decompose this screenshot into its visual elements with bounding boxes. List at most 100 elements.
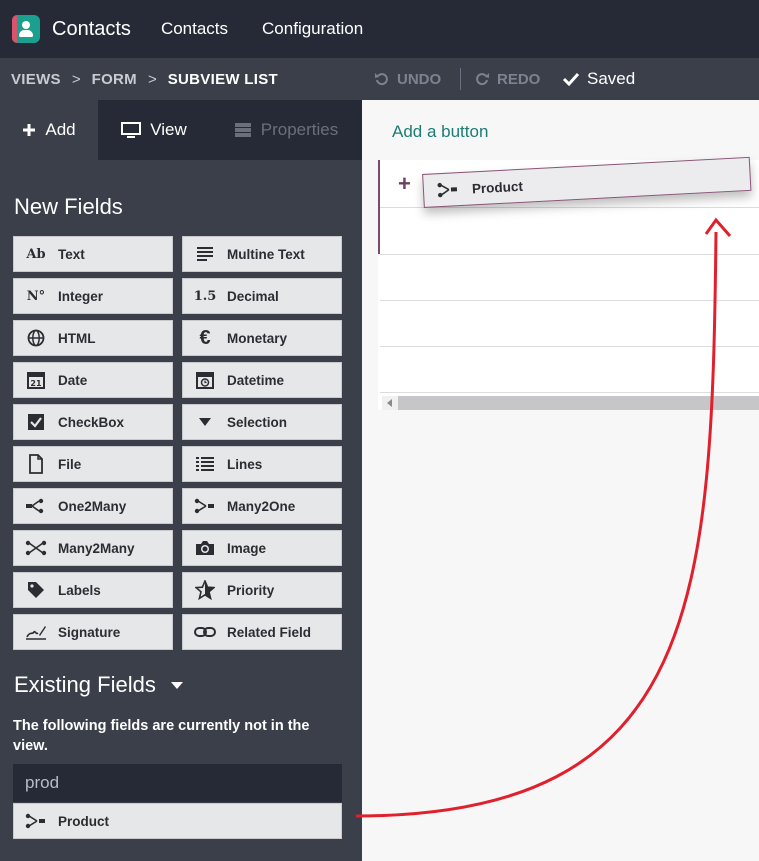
field-label: Many2One <box>227 498 296 514</box>
existing-fields-description: The following fields are currently not i… <box>13 718 310 754</box>
tab-add[interactable]: Add <box>0 100 98 160</box>
link-icon <box>183 615 227 649</box>
top-navbar: Contacts Contacts Configuration <box>0 0 759 58</box>
camera-icon <box>183 531 227 565</box>
app-name[interactable]: Contacts <box>52 18 131 41</box>
field-decimal[interactable]: 1.5 Decimal <box>182 278 342 314</box>
server-icon <box>234 123 251 137</box>
new-fields-grid: Ab Text Multine Text N° Integer 1.5 Deci… <box>13 236 343 650</box>
field-label: Date <box>58 372 88 388</box>
undo-label: UNDO <box>397 70 442 88</box>
field-multiline-text[interactable]: Multine Text <box>182 236 342 272</box>
calendar-icon: 21 <box>14 363 58 397</box>
existing-field-product[interactable]: Product <box>13 803 342 839</box>
existing-fields-toggle[interactable]: Existing Fields <box>14 672 184 698</box>
caret-down-icon <box>183 405 227 439</box>
field-lines[interactable]: Lines <box>182 446 342 482</box>
calendar-clock-icon <box>183 363 227 397</box>
field-many2many[interactable]: Many2Many <box>13 530 173 566</box>
horizontal-scrollbar[interactable] <box>382 396 759 410</box>
existing-field-label: Product <box>58 813 110 829</box>
field-label: Image <box>227 540 267 556</box>
field-label: File <box>58 456 82 472</box>
field-search-input[interactable] <box>13 764 342 802</box>
sidebar: Add View Properties New Fields Ab Text M… <box>0 100 362 861</box>
svg-text:21: 21 <box>30 379 42 388</box>
integer-icon: N° <box>26 288 46 304</box>
field-image[interactable]: Image <box>182 530 342 566</box>
field-date[interactable]: 21 Date <box>13 362 173 398</box>
field-label: Monetary <box>227 330 288 346</box>
field-selection[interactable]: Selection <box>182 404 342 440</box>
signature-icon <box>14 615 58 649</box>
many2one-icon <box>424 180 473 198</box>
sidebar-tabs: Add View Properties <box>0 100 362 160</box>
many2one-icon <box>14 813 58 829</box>
view-editor: Add a button + <box>362 100 759 861</box>
plus-icon <box>23 124 36 136</box>
field-monetary[interactable]: € Monetary <box>182 320 342 356</box>
field-signature[interactable]: Signature <box>13 614 173 650</box>
field-label: Datetime <box>227 372 285 388</box>
globe-icon <box>14 321 58 355</box>
field-label: HTML <box>58 330 96 346</box>
monitor-icon <box>121 122 142 138</box>
field-html[interactable]: HTML <box>13 320 173 356</box>
multiline-text-icon <box>183 237 227 271</box>
field-label: Related Field <box>227 624 312 640</box>
field-related-field[interactable]: Related Field <box>182 614 342 650</box>
contacts-app-icon[interactable] <box>12 15 40 43</box>
field-label: Text <box>58 246 85 262</box>
field-datetime[interactable]: Datetime <box>182 362 342 398</box>
text-ab-icon: Ab <box>26 246 46 262</box>
breadcrumb-form[interactable]: FORM <box>92 71 137 88</box>
list-row-divider <box>380 392 759 393</box>
field-integer[interactable]: N° Integer <box>13 278 173 314</box>
list-row-divider <box>380 254 759 255</box>
list-row-divider <box>380 300 759 301</box>
breadcrumb-subview-list: SUBVIEW LIST <box>167 70 279 88</box>
field-checkbox[interactable]: CheckBox <box>13 404 173 440</box>
breadcrumb-separator: > <box>147 70 157 88</box>
scroll-left-arrow-icon[interactable] <box>382 396 398 410</box>
redo-button[interactable]: REDO <box>474 58 540 100</box>
field-many2one[interactable]: Many2One <box>182 488 342 524</box>
add-a-button-link[interactable]: Add a button <box>392 122 488 142</box>
add-column-icon[interactable]: + <box>398 171 411 197</box>
undo-button[interactable]: UNDO <box>374 58 441 100</box>
breadcrumb-views[interactable]: VIEWS <box>11 71 61 88</box>
many2many-icon <box>14 531 58 565</box>
field-priority[interactable]: Priority <box>182 572 342 608</box>
menu-contacts[interactable]: Contacts <box>161 19 228 39</box>
field-label: Selection <box>227 414 288 430</box>
field-text[interactable]: Ab Text <box>13 236 173 272</box>
new-fields-title: New Fields <box>14 194 123 219</box>
tag-icon <box>14 573 58 607</box>
file-icon <box>14 447 58 481</box>
field-label: Signature <box>58 624 121 640</box>
field-label: Many2Many <box>58 540 135 556</box>
existing-fields-title: Existing Fields <box>14 672 156 697</box>
list-row-divider <box>380 346 759 347</box>
tab-view[interactable]: View <box>98 100 210 160</box>
field-label: Labels <box>58 582 101 598</box>
field-one2many[interactable]: One2Many <box>13 488 173 524</box>
dragged-field-label: Product <box>471 178 524 196</box>
tab-add-label: Add <box>45 120 76 139</box>
many2one-icon <box>183 489 227 523</box>
field-label: One2Many <box>58 498 127 514</box>
undo-icon <box>375 73 388 86</box>
menu-configuration[interactable]: Configuration <box>262 19 363 39</box>
tab-view-label: View <box>150 120 187 139</box>
check-icon <box>562 72 580 86</box>
toolbar-divider <box>460 68 461 90</box>
field-label: CheckBox <box>58 414 125 430</box>
euro-icon: € <box>199 326 211 349</box>
field-label: Multine Text <box>227 246 305 262</box>
tab-properties[interactable]: Properties <box>210 100 362 160</box>
tab-properties-label: Properties <box>260 120 339 139</box>
field-file[interactable]: File <box>13 446 173 482</box>
list-icon <box>183 447 227 481</box>
field-labels[interactable]: Labels <box>13 572 173 608</box>
redo-label: REDO <box>497 70 541 88</box>
